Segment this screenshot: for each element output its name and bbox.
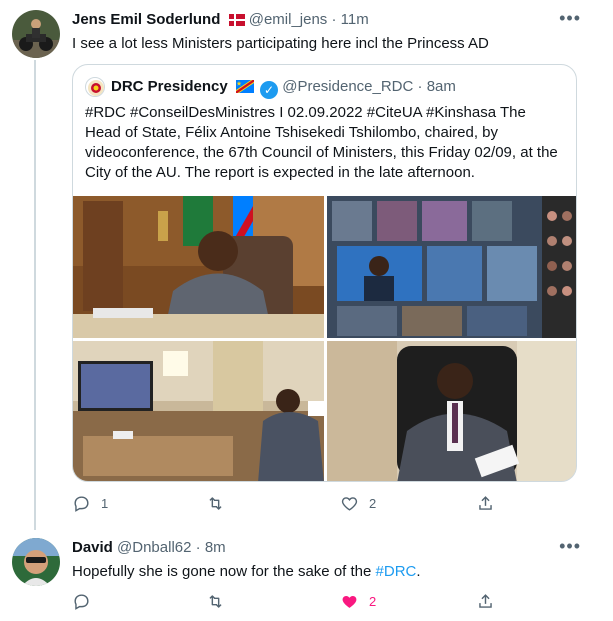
quoted-tweet[interactable]: DRC Presidency ✓ @Presidence_RDC · 8am #… [72,64,577,482]
reply-count: 1 [101,496,109,511]
tweet-text-prefix: Hopefully she is gone now for the sake o… [72,563,376,580]
author-name[interactable]: Jens Emil Soderlund [72,11,220,28]
drc-flag-icon [235,79,254,99]
retweet-icon [209,497,222,510]
photo-man-chair[interactable] [327,341,576,481]
author-name[interactable]: David [72,539,113,556]
tweet-header: David @Dnball62 · 8m [72,538,226,558]
photo-grid [73,196,576,481]
quoted-timestamp[interactable]: 8am [427,78,456,95]
reply-button[interactable] [72,592,101,611]
avatar[interactable] [12,538,60,586]
like-button[interactable]: 2 [340,592,376,611]
share-button[interactable] [476,494,495,513]
photo-president-desk[interactable] [73,196,324,338]
tweet-text-suffix: . [416,563,421,580]
heart-icon [341,497,358,511]
quoted-hashtags[interactable]: #RDC #ConseilDesMinistres I 02.09.2022 #… [85,104,496,121]
denmark-flag-icon [228,12,245,32]
heart-filled-icon [342,595,357,608]
tweet-text: I see a lot less Ministers participating… [72,35,489,52]
like-count: 2 [369,594,377,609]
share-icon [479,496,492,510]
timestamp[interactable]: 11m [341,11,369,28]
photo-videoconference[interactable] [327,196,576,338]
more-icon[interactable]: ••• [559,536,581,557]
quoted-author-handle[interactable]: @Presidence_RDC [282,78,413,95]
separator-dot: · [331,11,337,28]
retweet-button[interactable] [206,494,235,513]
quoted-author-name[interactable]: DRC Presidency [111,78,228,95]
author-handle[interactable]: @Dnball62 [117,539,191,556]
quoted-text: #RDC #ConseilDesMinistres I 02.09.2022 #… [85,103,565,183]
retweet-button[interactable] [206,592,235,611]
hashtag-link[interactable]: #DRC [376,563,417,580]
author-handle[interactable]: @emil_jens [249,11,328,28]
more-icon[interactable]: ••• [559,8,581,29]
tweet-header: Jens Emil Soderlund @emil_jens · 11m [72,10,369,32]
share-icon [479,594,492,608]
tweet-actions: 2 [72,592,492,612]
tweet-actions: 1 2 [72,494,492,514]
quoted-header: DRC Presidency ✓ @Presidence_RDC · 8am [111,77,456,99]
reply-button[interactable]: 1 [72,494,108,513]
share-button[interactable] [476,592,495,611]
timestamp[interactable]: 8m [205,539,226,556]
reply-icon [74,594,89,610]
separator-dot: · [195,539,201,556]
avatar[interactable] [12,10,60,58]
separator-dot: · [417,78,423,95]
reply-icon [74,496,89,512]
like-button[interactable]: 2 [340,494,376,513]
retweet-icon [209,595,222,608]
drc-coat-of-arms-icon [85,77,105,97]
verified-badge-icon: ✓ [260,81,279,99]
like-count: 2 [369,496,377,511]
tweet-jens[interactable]: Jens Emil Soderlund @emil_jens · 11m •••… [0,0,613,530]
tweet-text: Hopefully she is gone now for the sake o… [72,562,592,582]
tweet-david[interactable]: David @Dnball62 · 8m ••• Hopefully she i… [0,530,613,621]
photo-office-screen[interactable] [73,341,324,481]
